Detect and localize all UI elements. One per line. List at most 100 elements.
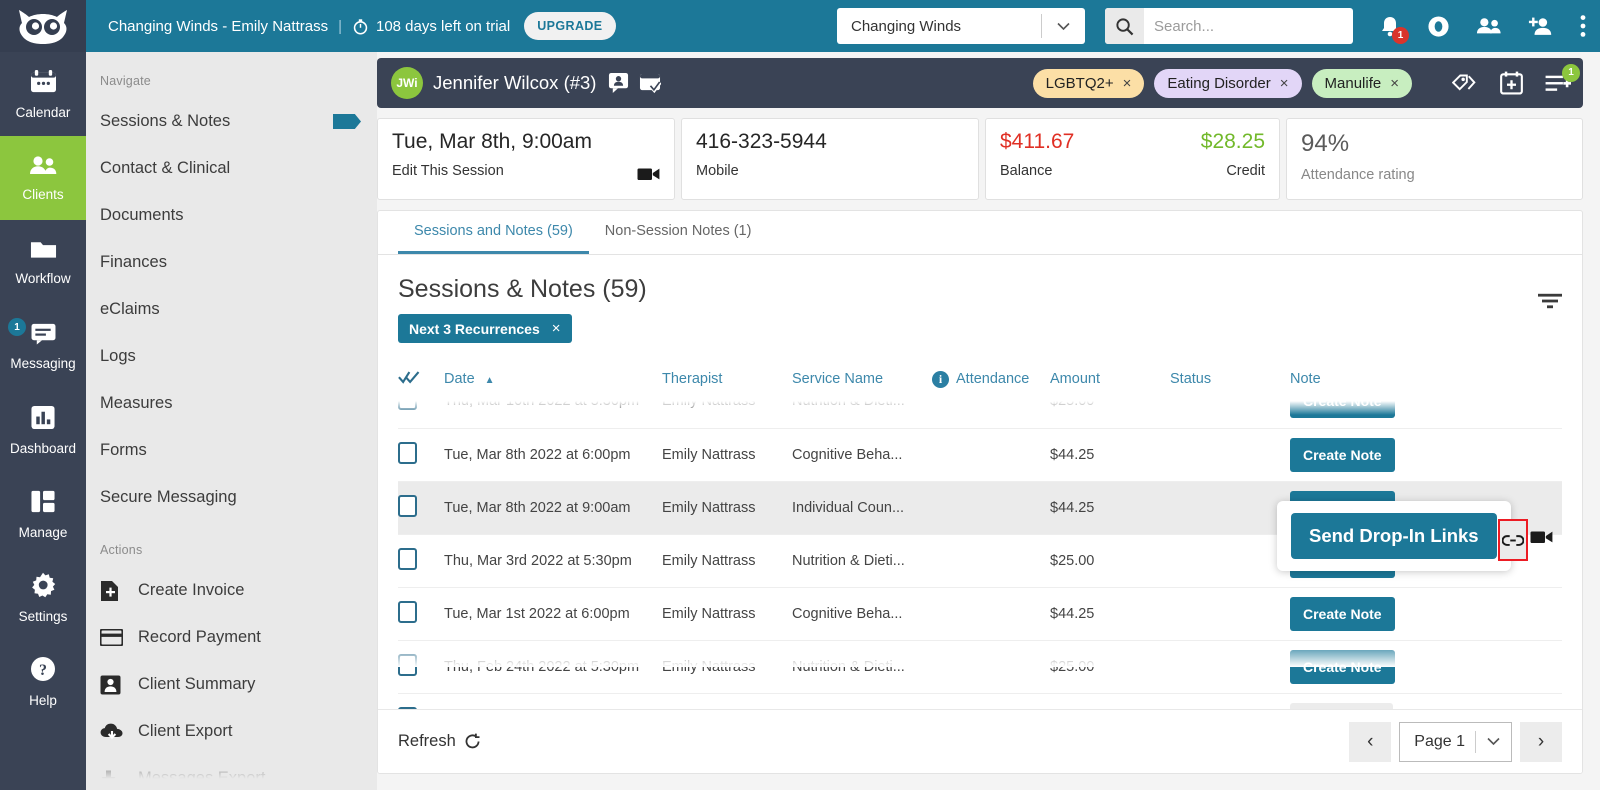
create-note-button[interactable]: Create Note <box>1290 401 1395 419</box>
row-service[interactable]: Nutrition & Dieti... <box>792 534 932 587</box>
row-checkbox[interactable] <box>398 640 444 693</box>
table-row[interactable]: Thu, Mar 10th 2022 at 5:30pm Emily Nattr… <box>398 401 1562 428</box>
add-note-icon[interactable]: 1 <box>1545 63 1580 94</box>
page-selector[interactable]: Page 1 <box>1399 721 1512 762</box>
row-service[interactable]: Cognitive Beha... <box>792 587 932 640</box>
sidebar-item-help[interactable]: ? Help <box>0 640 86 724</box>
table-row[interactable]: Tue, Mar 1st 2022 at 6:00pm Emily Nattra… <box>398 587 1562 640</box>
row-service[interactable]: Nutrition & Dieti... <box>792 401 932 428</box>
create-note-button[interactable]: Create Note <box>1290 596 1395 631</box>
subnav-item-measures[interactable]: Measures <box>86 380 377 427</box>
create-note-button[interactable]: Create Note <box>1290 437 1395 472</box>
row-checkbox[interactable] <box>398 428 444 481</box>
sidebar-item-messaging[interactable]: 1 Messaging <box>0 304 86 388</box>
subnav-item-finances[interactable]: Finances <box>86 239 377 286</box>
filter-icon[interactable] <box>1538 293 1562 314</box>
select-all-checkbox[interactable] <box>398 357 444 401</box>
row-checkbox[interactable] <box>398 401 444 428</box>
sidebar-item-calendar[interactable]: Calendar <box>0 52 86 136</box>
upgrade-button[interactable]: UPGRADE <box>524 12 616 40</box>
tag-close-icon[interactable]: × <box>1390 75 1399 92</box>
tag-eating-disorder[interactable]: Eating Disorder × <box>1154 68 1302 98</box>
subnav-item-contact-clinical[interactable]: Contact & Clinical <box>86 145 377 192</box>
practice-selector[interactable]: Changing Winds <box>837 8 1085 44</box>
people-icon[interactable] <box>1476 16 1502 36</box>
action-client-export[interactable]: Client Export <box>86 708 377 755</box>
subnav-item-documents[interactable]: Documents <box>86 192 377 239</box>
column-therapist[interactable]: Therapist <box>662 357 792 401</box>
column-service-name[interactable]: Service Name <box>792 357 932 401</box>
row-service[interactable]: Nutrition & Dieti... <box>792 640 932 693</box>
chip-close-icon[interactable]: × <box>552 320 561 337</box>
sidebar-item-manage[interactable]: Manage <box>0 472 86 556</box>
subnav-item-secure-messaging[interactable]: Secure Messaging <box>86 474 377 521</box>
global-search[interactable] <box>1105 8 1353 44</box>
filter-chip-next-3-recurrences[interactable]: Next 3 Recurrences × <box>398 314 572 343</box>
sidebar-item-clients[interactable]: Clients <box>0 136 86 220</box>
tag-lgbtq2[interactable]: LGBTQ2+ × <box>1032 68 1145 98</box>
tags-icon[interactable] <box>1452 73 1478 93</box>
action-record-payment[interactable]: Record Payment <box>86 614 377 661</box>
subnav-item-forms[interactable]: Forms <box>86 427 377 474</box>
row-checkbox[interactable] <box>398 534 444 587</box>
task-list-icon[interactable] <box>639 73 662 94</box>
more-vertical-icon[interactable] <box>1580 14 1586 38</box>
subnav-item-logs[interactable]: Logs <box>86 333 377 380</box>
previous-page-button[interactable]: ‹ <box>1349 721 1392 762</box>
table-body-scroll[interactable]: Thu, Mar 10th 2022 at 5:30pm Emily Nattr… <box>378 401 1582 731</box>
send-drop-in-links-button[interactable]: Send Drop-In Links <box>1291 513 1497 559</box>
sidebar-item-settings[interactable]: Settings <box>0 556 86 640</box>
row-checkbox[interactable] <box>398 481 444 534</box>
row-date[interactable]: Tue, Mar 8th 2022 at 9:00am <box>444 481 662 534</box>
balance-card[interactable]: $411.67 $28.25 Balance Credit <box>985 118 1280 200</box>
row-attendance <box>932 481 1050 534</box>
column-note[interactable]: Note <box>1290 357 1562 401</box>
refresh-button[interactable]: Refresh <box>398 732 481 751</box>
edit-session-link[interactable]: Edit This Session <box>392 163 660 179</box>
tag-manulife[interactable]: Manulife × <box>1311 68 1412 98</box>
video-camera-icon[interactable] <box>1530 529 1553 550</box>
subnav-item-eclaims[interactable]: eClaims <box>86 286 377 333</box>
row-checkbox[interactable] <box>398 587 444 640</box>
subnav-item-sessions-notes[interactable]: Sessions & Notes <box>86 98 377 145</box>
row-service[interactable]: Individual Coun... <box>792 481 932 534</box>
table-row[interactable]: Tue, Mar 8th 2022 at 6:00pm Emily Nattra… <box>398 428 1562 481</box>
create-note-button[interactable]: Create Note <box>1290 649 1395 684</box>
action-create-invoice[interactable]: Create Invoice <box>86 567 377 614</box>
attendance-card[interactable]: 94% Attendance rating <box>1286 118 1583 200</box>
action-client-summary[interactable]: Client Summary <box>86 661 377 708</box>
row-service[interactable]: Cognitive Beha... <box>792 428 932 481</box>
tag-close-icon[interactable]: × <box>1123 75 1132 92</box>
row-date[interactable]: Tue, Mar 8th 2022 at 6:00pm <box>444 428 662 481</box>
table-row[interactable]: Thu, Feb 24th 2022 at 5:30pm Emily Nattr… <box>398 640 1562 693</box>
column-date[interactable]: Date ▲ <box>444 357 662 401</box>
link-icon[interactable] <box>1498 519 1528 561</box>
action-messages-export[interactable]: Messages Export <box>86 755 377 790</box>
sidebar-item-workflow[interactable]: Workflow <box>0 220 86 304</box>
eye-icon[interactable] <box>1427 15 1450 38</box>
column-amount[interactable]: Amount <box>1050 357 1170 401</box>
next-session-card[interactable]: Tue, Mar 8th, 9:00am Edit This Session <box>377 118 675 200</box>
add-appointment-icon[interactable] <box>1500 71 1523 95</box>
row-date[interactable]: Thu, Feb 24th 2022 at 5:30pm <box>444 640 662 693</box>
notifications-bell-icon[interactable]: 1 <box>1379 15 1409 44</box>
add-person-icon[interactable] <box>1528 16 1554 37</box>
gear-icon <box>30 572 56 603</box>
video-camera-icon[interactable] <box>637 166 660 187</box>
row-date[interactable]: Thu, Mar 3rd 2022 at 5:30pm <box>444 534 662 587</box>
row-amount: $25.00 <box>1050 658 1095 675</box>
tag-close-icon[interactable]: × <box>1280 75 1289 92</box>
phone-card[interactable]: 416-323-5944 Mobile <box>681 118 979 200</box>
app-logo[interactable] <box>0 0 86 52</box>
row-date[interactable]: Tue, Mar 1st 2022 at 6:00pm <box>444 587 662 640</box>
tab-sessions-and-notes[interactable]: Sessions and Notes (59) <box>398 211 589 254</box>
client-portal-icon[interactable] <box>608 72 629 94</box>
column-attendance[interactable]: i Attendance <box>932 357 1050 401</box>
search-input[interactable] <box>1144 8 1353 44</box>
sidebar-item-dashboard[interactable]: Dashboard <box>0 388 86 472</box>
next-page-button[interactable]: › <box>1520 721 1562 762</box>
column-label: Date <box>444 371 475 387</box>
row-date[interactable]: Thu, Mar 10th 2022 at 5:30pm <box>444 401 662 428</box>
column-status[interactable]: Status <box>1170 357 1290 401</box>
tab-non-session-notes[interactable]: Non-Session Notes (1) <box>589 211 768 254</box>
